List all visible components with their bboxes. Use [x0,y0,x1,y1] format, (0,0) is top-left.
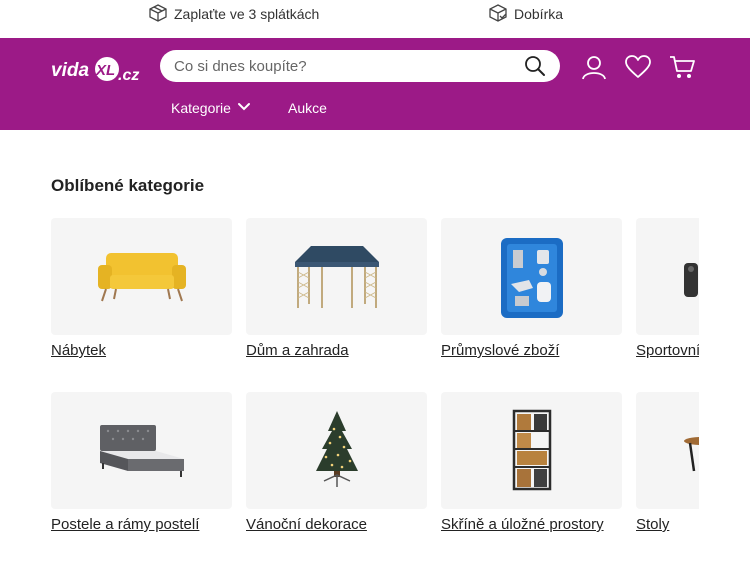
sofa-icon [97,252,186,301]
category-card-tables[interactable]: Stoly [636,392,699,533]
shopping-cart-icon[interactable] [668,53,696,81]
category-tile[interactable] [246,392,427,509]
spray-gun-kit-icon [500,237,563,318]
box-icon [148,3,168,26]
promo-cod-label: Dobírka [514,6,564,22]
category-link-beds[interactable]: Postele a rámy postelí [51,516,232,533]
christmas-tree-icon [315,410,358,487]
category-card-furniture[interactable]: Nábytek [51,218,232,359]
search-input[interactable] [174,50,504,82]
chevron-down-icon [237,100,251,117]
svg-text:vida: vida [51,60,89,81]
category-link-tables[interactable]: Stoly [636,516,699,533]
category-card-storage[interactable]: Skříně a úložné prostory [441,392,622,533]
category-tile[interactable] [441,218,622,335]
wishlist-heart-icon[interactable] [624,53,652,81]
category-link-industrial[interactable]: Průmyslové zboží [441,342,622,359]
category-tile[interactable] [441,392,622,509]
svg-text:XL: XL [95,62,115,79]
shelf-icon [512,409,551,490]
search-icon[interactable] [524,55,546,77]
user-account-icon[interactable] [580,53,608,81]
box-check-icon [488,3,508,26]
category-card-home-garden[interactable]: Dům a zahrada [246,218,427,359]
category-link-storage[interactable]: Skříně a úložné prostory [441,516,622,533]
svg-text:.cz: .cz [118,67,139,84]
promo-installments[interactable]: Zaplaťte ve 3 splátkách [148,3,320,26]
section-title: Oblíbené kategorie [51,176,205,195]
gazebo-icon [294,245,379,308]
category-grid: Nábytek Dům a zahrada Průmyslové zboží S… [51,218,699,563]
nav-categories[interactable]: Kategorie [171,98,251,118]
promo-cod[interactable]: Dobírka [488,3,564,26]
category-tile[interactable] [51,218,232,335]
category-link-sport[interactable]: Sportovní [636,342,699,359]
search-bar [160,50,560,82]
bed-icon [99,424,184,477]
category-card-sport[interactable]: Sportovní [636,218,699,359]
nav-auctions-label: Aukce [288,100,327,116]
category-link-home-garden[interactable]: Dům a zahrada [246,342,427,359]
category-tile[interactable] [246,218,427,335]
vidaxl-logo[interactable]: vida XL .cz [51,53,147,85]
category-card-beds[interactable]: Postele a rámy postelí [51,392,232,533]
sport-item-icon [684,262,698,297]
category-link-furniture[interactable]: Nábytek [51,342,232,359]
category-link-christmas[interactable]: Vánoční dekorace [246,516,427,533]
nav-categories-label: Kategorie [171,100,231,116]
table-icon [684,436,699,471]
promo-installments-label: Zaplaťte ve 3 splátkách [174,6,320,22]
category-card-christmas[interactable]: Vánoční dekorace [246,392,427,533]
site-header: vida XL .cz Kategorie Aukce [0,38,750,130]
category-card-industrial[interactable]: Průmyslové zboží [441,218,622,359]
category-tile[interactable] [636,218,699,335]
promo-strip: Zaplaťte ve 3 splátkách Dobírka [0,0,750,38]
nav-auctions[interactable]: Aukce [288,98,327,118]
category-tile[interactable] [636,392,699,509]
category-tile[interactable] [51,392,232,509]
